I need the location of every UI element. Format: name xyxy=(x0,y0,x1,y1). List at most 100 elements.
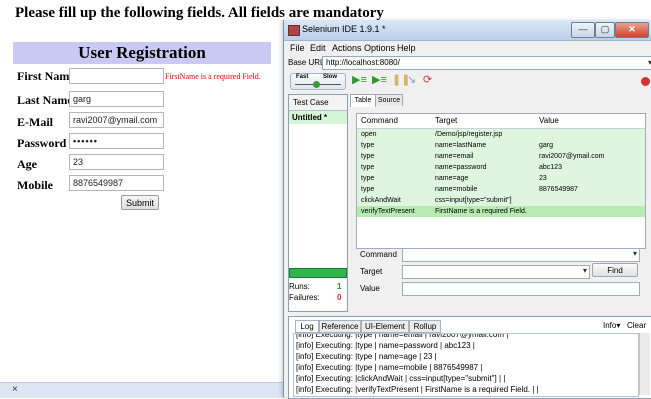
target-select[interactable]: ▾ xyxy=(402,265,590,279)
log-panel: Log Reference UI-Element Rollup Info▾ Cl… xyxy=(288,316,651,399)
log-line: [info] Executing: |type | name=password … xyxy=(296,341,475,350)
cell-target: name=lastName xyxy=(435,142,487,149)
first-name-error: FirstName is a required Field. xyxy=(165,72,261,81)
last-name-input[interactable]: garg xyxy=(69,91,164,107)
cell-target: css=input[type="submit"] xyxy=(435,197,512,204)
mobile-input[interactable]: 8876549987 xyxy=(69,175,164,191)
last-name-label: Last Name xyxy=(17,93,73,107)
command-row[interactable]: type name=age 23 xyxy=(357,173,645,184)
chevron-down-icon[interactable]: ▾ xyxy=(633,249,637,258)
menu-bar: File Edit Actions Options Help xyxy=(284,41,651,55)
selenium-app-icon xyxy=(288,25,300,36)
minimize-icon[interactable]: — xyxy=(571,22,595,38)
menu-file[interactable]: File xyxy=(290,43,305,53)
cell-command: type xyxy=(361,164,375,171)
cell-command: verifyTextPresent xyxy=(361,208,415,215)
chevron-down-icon[interactable]: ▾ xyxy=(583,266,587,275)
column-value[interactable]: Value xyxy=(539,114,559,128)
selenium-ide-window: Selenium IDE 1.9.1 * — ▢ ✕ File Edit Act… xyxy=(283,20,651,399)
cell-value: abc123 xyxy=(539,164,562,171)
menu-actions[interactable]: Actions xyxy=(332,43,362,53)
email-input[interactable]: ravi2007@ymail.com xyxy=(69,112,164,128)
browser-status-bar: × xyxy=(0,382,287,398)
close-window-icon[interactable]: ✕ xyxy=(615,22,649,38)
menu-edit[interactable]: Edit xyxy=(310,43,326,53)
command-row[interactable]: type name=lastName garg xyxy=(357,140,645,151)
play-suite-icon[interactable]: ▶≡ xyxy=(352,75,367,86)
cell-command: open xyxy=(361,131,377,138)
find-button[interactable]: Find xyxy=(592,263,638,277)
command-row[interactable]: type name=email ravi2007@ymail.com xyxy=(357,151,645,162)
cell-command: type xyxy=(361,175,375,182)
test-case-item[interactable]: Untitled * xyxy=(289,111,347,124)
first-name-input[interactable] xyxy=(69,68,164,84)
info-dropdown[interactable]: Info▾ xyxy=(603,321,620,330)
maximize-icon[interactable]: ▢ xyxy=(595,22,615,38)
log-output: [info] Executing: |type | name=email | r… xyxy=(293,333,639,397)
step-icon[interactable]: ↘ xyxy=(407,75,416,86)
record-icon[interactable] xyxy=(641,77,650,86)
test-case-panel: Test Case Untitled * xyxy=(288,94,348,312)
cell-target: name=age xyxy=(435,175,469,182)
close-icon[interactable]: × xyxy=(12,384,18,395)
speed-fast-label: Fast xyxy=(296,74,309,80)
age-input[interactable]: 23 xyxy=(69,154,164,170)
cell-target: /Demo/jsp/register.jsp xyxy=(435,131,503,138)
first-name-label: First Name xyxy=(17,69,75,83)
log-line: [info] Executing: |type | name=email | r… xyxy=(296,333,509,339)
toolbar: Fast Slow ▶≡ ▶≡ ❚❚ ↘ ⟳ xyxy=(284,71,651,91)
speed-knob[interactable] xyxy=(313,81,320,88)
mobile-label: Mobile xyxy=(17,178,53,192)
cell-target: name=password xyxy=(435,164,487,171)
log-line: [info] Executing: |type | name=mobile | … xyxy=(296,363,483,372)
cell-value: 8876549987 xyxy=(539,186,578,193)
runs-value: 1 xyxy=(337,282,342,291)
column-target[interactable]: Target xyxy=(435,114,457,128)
speed-slider[interactable]: Fast Slow xyxy=(290,73,346,90)
cell-command: clickAndWait xyxy=(361,197,401,204)
value-label: Value xyxy=(360,284,380,293)
tab-source[interactable]: Source xyxy=(375,94,403,106)
base-url-value: http://localhost:8080/ xyxy=(326,58,400,67)
command-row[interactable]: type name=password abc123 xyxy=(357,162,645,173)
tab-rollup[interactable]: Rollup xyxy=(409,320,441,333)
command-rows: open/Demo/jsp/register.jsp type name=lastN… xyxy=(357,129,645,217)
log-line: [info] Executing: |verifyTextPresent | F… xyxy=(296,385,539,394)
cell-target: FirstName is a required Field. xyxy=(435,208,527,215)
base-url-input[interactable]: http://localhost:8080/ ▾ xyxy=(322,56,651,70)
command-label: Command xyxy=(360,250,397,259)
cell-command: type xyxy=(361,186,375,193)
command-select[interactable]: ▾ xyxy=(402,248,640,262)
submit-button[interactable]: Submit xyxy=(121,195,159,210)
command-row[interactable]: verifyTextPresent FirstName is a required… xyxy=(357,206,645,217)
column-command[interactable]: Command xyxy=(361,114,398,128)
base-url-label: Base URL xyxy=(288,58,325,67)
command-form: Command ▾ Target ▾ Find Value xyxy=(356,248,644,304)
log-line: [info] Executing: |clickAndWait | css=in… xyxy=(296,374,506,383)
password-label: Password xyxy=(17,136,67,150)
registration-title: User Registration xyxy=(13,42,271,64)
cell-target: name=mobile xyxy=(435,186,478,193)
window-title: Selenium IDE 1.9.1 * xyxy=(302,24,386,34)
tab-table[interactable]: Table xyxy=(350,94,376,107)
command-row[interactable]: clickAndWait css=input[type="submit"] xyxy=(357,195,645,206)
log-line: [info] Executing: |type | name=age | 23 … xyxy=(296,352,437,361)
rollup-icon[interactable]: ⟳ xyxy=(423,75,432,86)
panel-splitter[interactable] xyxy=(288,310,648,315)
tab-reference[interactable]: Reference xyxy=(319,320,361,333)
runs-label: Runs: xyxy=(289,282,310,291)
play-test-icon[interactable]: ▶≡ xyxy=(372,75,387,86)
menu-help[interactable]: Help xyxy=(397,43,416,53)
title-bar[interactable]: Selenium IDE 1.9.1 * — ▢ ✕ xyxy=(284,20,651,41)
tab-log[interactable]: Log xyxy=(295,320,319,333)
value-input[interactable] xyxy=(402,282,640,296)
menu-options[interactable]: Options xyxy=(364,43,395,53)
failures-value: 0 xyxy=(337,293,342,302)
command-row[interactable]: open/Demo/jsp/register.jsp xyxy=(357,129,645,140)
email-label: E-Mail xyxy=(17,115,53,129)
log-scrollbar[interactable] xyxy=(639,333,650,395)
command-row[interactable]: type name=mobile 8876549987 xyxy=(357,184,645,195)
tab-ui-element[interactable]: UI-Element xyxy=(361,320,409,333)
password-input[interactable]: •••••• xyxy=(69,133,164,149)
clear-button[interactable]: Clear xyxy=(627,321,646,330)
